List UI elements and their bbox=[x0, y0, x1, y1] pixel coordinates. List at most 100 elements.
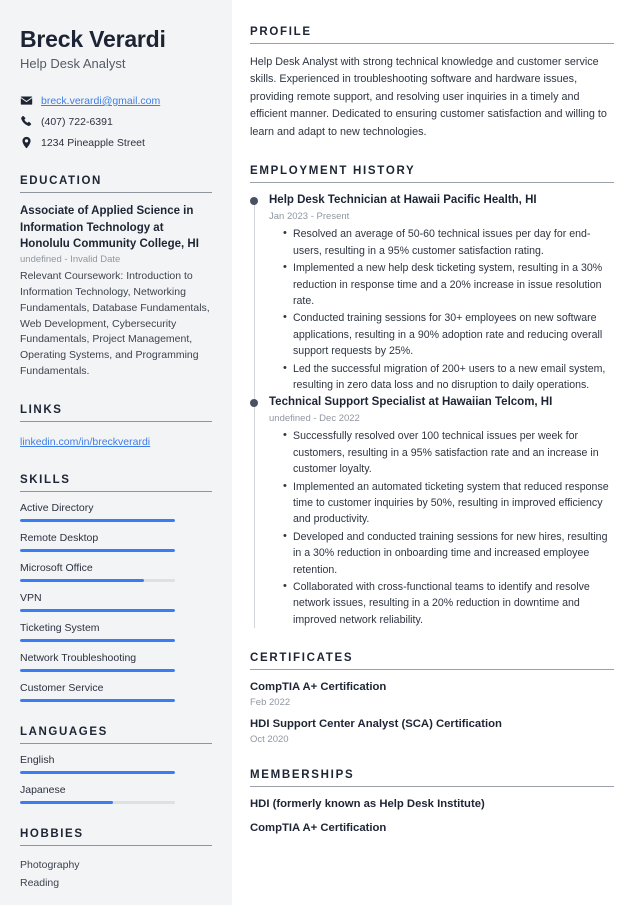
section-hobbies: HOBBIES Photography Reading bbox=[20, 828, 212, 893]
section-heading-links: LINKS bbox=[20, 403, 63, 416]
language-level-fill bbox=[20, 770, 175, 774]
certificates-list: CompTIA A+ Certification Feb 2022 HDI Supp… bbox=[250, 680, 614, 744]
employment-bullet: Resolved an average of 50-60 technical i… bbox=[283, 225, 614, 259]
skill-level-track bbox=[20, 578, 175, 582]
profile-text: Help Desk Analyst with strong technical … bbox=[250, 56, 607, 138]
skill-label: Network Troubleshooting bbox=[20, 651, 137, 664]
timeline-line bbox=[253, 205, 255, 400]
section-memberships: MEMBERSHIPS HDI (formerly known as Help … bbox=[250, 769, 614, 836]
name-title-block: Breck Verardi Help Desk Analyst bbox=[20, 26, 212, 71]
section-heading-profile: PROFILE bbox=[250, 26, 312, 38]
section-heading-languages: LANGUAGES bbox=[20, 725, 108, 738]
contact-email-text[interactable]: breck.verardi@gmail.com bbox=[41, 95, 160, 107]
contact-address-text: 1234 Pineapple Street bbox=[41, 136, 145, 149]
education-item: Associate of Applied Science in Informat… bbox=[20, 203, 212, 379]
skill-label: Customer Service bbox=[20, 681, 104, 694]
skill-item: Active Directory bbox=[20, 502, 212, 522]
timeline-dot-icon bbox=[250, 399, 258, 408]
section-links: LINKS linkedin.com/in/breckverardi bbox=[20, 404, 212, 450]
language-level-track bbox=[20, 770, 175, 774]
skill-level-fill bbox=[20, 518, 175, 522]
skill-level-fill bbox=[20, 638, 175, 642]
language-item: English bbox=[20, 754, 212, 774]
link-item-linkedin[interactable]: linkedin.com/in/breckverardi bbox=[20, 436, 150, 448]
language-label: Japanese bbox=[20, 783, 66, 796]
contact-item-phone[interactable]: (407) 722-6391 bbox=[20, 113, 212, 130]
language-item: Japanese bbox=[20, 784, 212, 804]
employment-item: Help Desk Technician at Hawaii Pacific H… bbox=[250, 193, 614, 400]
section-heading-employment: EMPLOYMENT HISTORY bbox=[250, 165, 416, 178]
skill-level-track bbox=[20, 698, 175, 702]
employment-bullet-list: Successfully resolved over 100 technical… bbox=[269, 427, 614, 628]
location-pin-icon bbox=[20, 136, 33, 149]
section-divider bbox=[20, 742, 212, 744]
employment-item: Technical Support Specialist at Hawaiian… bbox=[250, 395, 614, 629]
section-heading-memberships: MEMBERSHIPS bbox=[250, 768, 355, 781]
employment-bullet: Implemented a new help desk ticketing sy… bbox=[283, 259, 614, 309]
language-level-track bbox=[20, 800, 175, 804]
timeline-dot-icon bbox=[250, 197, 258, 206]
phone-icon bbox=[20, 115, 33, 128]
section-divider bbox=[20, 192, 212, 194]
hobby-item: Photography bbox=[20, 858, 80, 871]
education-date: undefined - Invalid Date bbox=[20, 254, 121, 266]
section-heading-skills: SKILLS bbox=[20, 473, 71, 486]
skill-level-track bbox=[20, 548, 175, 552]
candidate-job-title: Help Desk Analyst bbox=[20, 56, 126, 72]
skill-level-fill bbox=[20, 548, 175, 552]
skill-level-track bbox=[20, 638, 175, 642]
skill-level-fill bbox=[20, 668, 175, 672]
employment-date: undefined - Dec 2022 bbox=[269, 413, 360, 425]
skill-label: Remote Desktop bbox=[20, 531, 99, 544]
employment-bullet: Successfully resolved over 100 technical… bbox=[283, 427, 614, 477]
skill-label: VPN bbox=[20, 591, 42, 604]
section-profile: PROFILE Help Desk Analyst with strong te… bbox=[250, 26, 614, 141]
section-employment-history: EMPLOYMENT HISTORY Help Desk Technician … bbox=[250, 165, 614, 629]
sidebar: Breck Verardi Help Desk Analyst breck.ve… bbox=[0, 0, 232, 905]
skills-list: Active Directory Remote Desktop Microsoft … bbox=[20, 502, 212, 702]
skill-level-track bbox=[20, 608, 175, 612]
contact-phone-text: (407) 722-6391 bbox=[41, 115, 113, 128]
education-title: Associate of Applied Science in Informat… bbox=[20, 205, 199, 251]
memberships-list: HDI (formerly known as Help Desk Institu… bbox=[250, 797, 614, 836]
employment-bullet: Conducted training sessions for 30+ empl… bbox=[283, 309, 614, 359]
employment-bullet-list: Resolved an average of 50-60 technical i… bbox=[269, 225, 614, 394]
skill-label: Active Directory bbox=[20, 501, 94, 514]
section-divider bbox=[20, 844, 212, 846]
contact-item-email[interactable]: breck.verardi@gmail.com bbox=[20, 92, 212, 109]
candidate-name: Breck Verardi bbox=[20, 26, 166, 52]
languages-list: English Japanese bbox=[20, 754, 212, 804]
skill-item: VPN bbox=[20, 592, 212, 612]
skill-item: Remote Desktop bbox=[20, 532, 212, 552]
language-label: English bbox=[20, 753, 55, 766]
section-languages: LANGUAGES English Japanese bbox=[20, 726, 212, 804]
section-heading-hobbies: HOBBIES bbox=[20, 827, 84, 840]
skill-level-fill bbox=[20, 608, 175, 612]
contact-list: breck.verardi@gmail.com (407) 722-6391 1… bbox=[20, 92, 212, 151]
employment-title: Technical Support Specialist at Hawaiian… bbox=[269, 396, 553, 409]
employment-bullet: Implemented an automated ticketing syste… bbox=[283, 478, 614, 528]
hobbies-list: Photography Reading bbox=[20, 856, 212, 893]
skill-level-fill bbox=[20, 698, 175, 702]
skill-label: Ticketing System bbox=[20, 621, 100, 634]
main-column: PROFILE Help Desk Analyst with strong te… bbox=[232, 0, 640, 905]
envelope-icon bbox=[20, 94, 33, 107]
section-divider bbox=[250, 785, 614, 787]
section-divider bbox=[250, 182, 614, 184]
section-divider bbox=[250, 43, 614, 44]
membership-item: CompTIA A+ Certification bbox=[250, 822, 387, 835]
employment-bullet: Collaborated with cross-functional teams… bbox=[283, 578, 614, 628]
section-skills: SKILLS Active Directory Remote Desktop Mic… bbox=[20, 474, 212, 702]
skill-item: Ticketing System bbox=[20, 622, 212, 642]
section-divider bbox=[20, 420, 212, 422]
certificate-title: HDI Support Center Analyst (SCA) Certifi… bbox=[250, 717, 502, 730]
resume-document: Breck Verardi Help Desk Analyst breck.ve… bbox=[0, 0, 640, 905]
skill-label: Microsoft Office bbox=[20, 561, 93, 574]
certificate-date: Oct 2020 bbox=[250, 733, 289, 745]
employment-date: Jan 2023 - Present bbox=[269, 211, 350, 223]
section-heading-education: EDUCATION bbox=[20, 175, 102, 188]
certificate-date: Feb 2022 bbox=[250, 696, 291, 708]
section-divider bbox=[20, 490, 212, 492]
contact-item-address: 1234 Pineapple Street bbox=[20, 134, 212, 151]
employment-bullet: Led the successful migration of 200+ use… bbox=[283, 360, 614, 394]
